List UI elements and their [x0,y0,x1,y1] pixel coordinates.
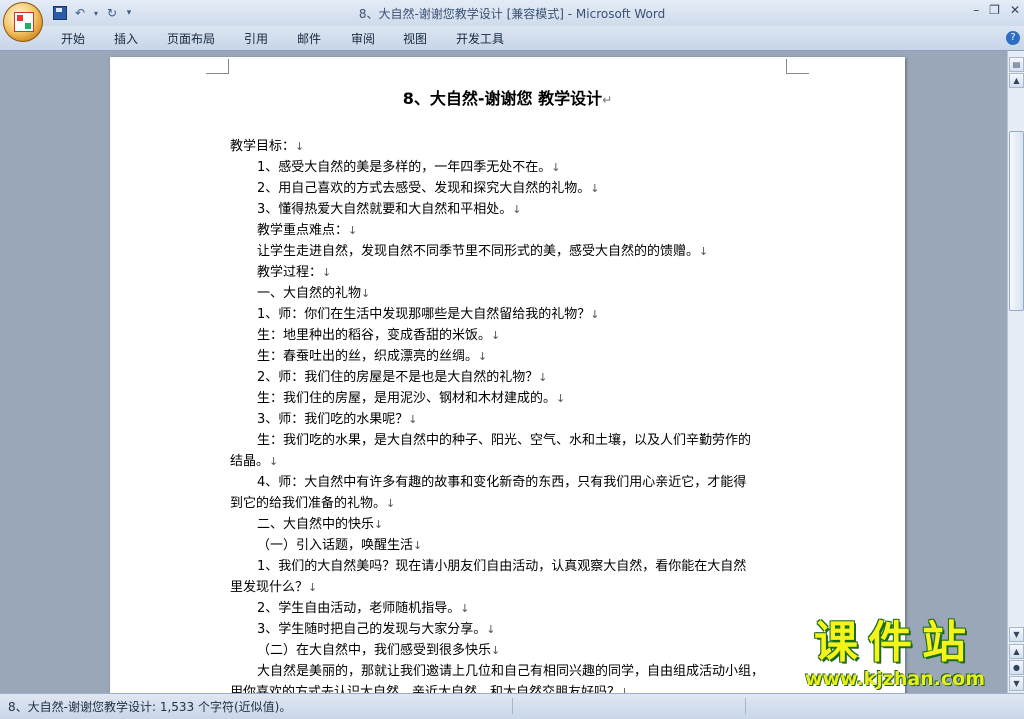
status-bar: 8、大自然-谢谢您教学设计: 1,533 个字符(近似值)。 [0,693,1024,719]
paragraph: 2、师：我们住的房屋是不是也是大自然的礼物？↓ [257,370,548,385]
paragraph: 1、感受大自然的美是多样的，一年四季无处不在。↓ [257,160,561,175]
word-count-status[interactable]: 8、大自然-谢谢您教学设计: 1,533 个字符(近似值)。 [8,698,291,715]
paragraph: 2、用自己喜欢的方式去感受、发现和探究大自然的礼物。↓ [257,181,600,196]
tab-review[interactable]: 审阅 [351,30,375,47]
tab-references[interactable]: 引用 [244,30,268,47]
help-icon[interactable]: ? [1006,31,1020,45]
paragraph: 1、我们的大自然美吗？现在请小朋友们自由活动，认真观察大自然，看你能在大自然 [257,559,747,574]
tab-view[interactable]: 视图 [403,30,427,47]
status-divider [745,698,746,714]
margin-corner-mark [786,59,809,74]
paragraph: 一、大自然的礼物↓ [257,286,371,301]
paragraph: 让学生走进自然，发现自然不同季节里不同形式的美，感受大自然的的馈赠。↓ [257,244,709,259]
restore-icon[interactable]: ❐ [989,3,1000,17]
document-workspace: 8、大自然-谢谢您 教学设计↵ 教学目标：↓ 1、感受大自然的美是多样的，一年四… [0,51,1007,693]
scroll-up-icon[interactable]: ▲ [1009,73,1024,88]
paragraph: 4、师：大自然中有许多有趣的故事和变化新奇的东西，只有我们用心亲近它，才能得 [257,475,747,490]
paragraph: （一）引入话题，唤醒生活↓ [257,538,423,553]
paragraph: 大自然是美丽的，那就让我们邀请上几位和自己有相同兴趣的同学，自由组成活动小组， [257,664,765,679]
vertical-scrollbar[interactable]: ▤ ▲ ▼ ▲ ● ▼ [1007,51,1024,693]
tab-home[interactable]: 开始 [61,30,85,47]
margin-corner-mark [206,59,229,74]
ribbon-tabs: 开始 插入 页面布局 引用 邮件 审阅 视图 开发工具 ? [0,26,1024,51]
scrollbar-thumb[interactable] [1009,131,1024,311]
watermark-logo: 课件站 www.kjzhan.com [775,616,1015,692]
title-bar: ↶ ▾ ↻ ▾ 8、大自然-谢谢您教学设计 [兼容模式] - Microsoft… [0,0,1024,26]
tab-page-layout[interactable]: 页面布局 [167,30,215,47]
paragraph: 教学过程：↓ [257,265,332,280]
view-ruler-icon[interactable]: ▤ [1009,57,1024,72]
tab-mailings[interactable]: 邮件 [297,30,321,47]
window-controls: – ❐ ✕ [973,3,1020,17]
watermark-text: 课件站 [814,617,976,668]
paragraph: 用你喜欢的方式去认识大自然、亲近大自然，和大自然交朋友好吗？↓ [230,685,630,693]
tab-insert[interactable]: 插入 [114,30,138,47]
office-logo-icon [14,12,34,32]
paragraph: 教学目标：↓ [230,139,305,154]
paragraph: （二）在大自然中，我们感受到很多快乐↓ [257,643,501,658]
paragraph: 里发现什么？↓ [230,580,318,595]
document-title: 8、大自然-谢谢您 教学设计↵ [402,89,613,108]
paragraph: 3、懂得热爱大自然就要和大自然和平相处。↓ [257,202,522,217]
paragraph: 结晶。↓ [230,454,279,469]
minimize-icon[interactable]: – [973,3,979,17]
close-icon[interactable]: ✕ [1010,3,1020,17]
paragraph: 生：我们住的房屋，是用泥沙、钢材和木材建成的。↓ [257,391,566,406]
paragraph: 生：我们吃的水果，是大自然中的种子、阳光、空气、水和土壤，以及人们辛勤劳作的 [257,433,752,448]
office-button[interactable] [3,2,43,42]
paragraph: 生：地里种出的稻谷，变成香甜的米饭。↓ [257,328,501,343]
paragraph: 二、大自然中的快乐↓ [257,517,384,532]
watermark-url: www.kjzhan.com [804,668,986,690]
document-page[interactable]: 8、大自然-谢谢您 教学设计↵ 教学目标：↓ 1、感受大自然的美是多样的，一年四… [110,57,905,693]
paragraph: 3、学生随时把自己的发现与大家分享。↓ [257,622,496,637]
paragraph: 到它的给我们准备的礼物。↓ [230,496,396,511]
paragraph: 生：春蚕吐出的丝，织成漂亮的丝绸。↓ [257,349,488,364]
status-divider [512,698,513,714]
paragraph: 3、师：我们吃的水果呢？↓ [257,412,418,427]
paragraph: 1、师：你们在生活中发现那哪些是大自然留给我的礼物？↓ [257,307,600,322]
paragraph: 教学重点难点：↓ [257,223,358,238]
paragraph: 2、学生自由活动，老师随机指导。↓ [257,601,470,616]
window-title: 8、大自然-谢谢您教学设计 [兼容模式] - Microsoft Word [358,7,666,21]
tab-developer[interactable]: 开发工具 [456,30,504,47]
